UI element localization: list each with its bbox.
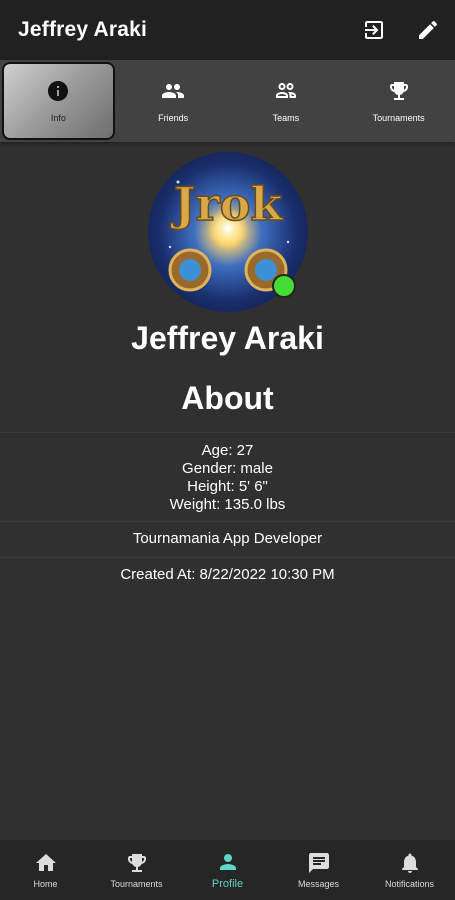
tab-label: Teams	[272, 113, 300, 123]
groups-icon	[275, 83, 296, 98]
app-actions	[361, 17, 441, 43]
avatar-text: Jrok	[170, 177, 284, 231]
nav-messages[interactable]: Messages	[273, 851, 364, 889]
logout-icon[interactable]	[361, 17, 387, 43]
nav-label: Tournaments	[110, 879, 163, 889]
bio-text: Tournamania App Developer	[132, 530, 323, 547]
bell-icon	[401, 853, 418, 873]
people-icon	[162, 84, 185, 98]
height-text: Height: 5' 6"	[187, 478, 268, 495]
created-at-text: Created At: 8/22/2022 10:30 PM	[120, 566, 335, 583]
gender-text: Gender: male	[182, 460, 273, 477]
weight-text: Weight: 135.0 lbs	[169, 496, 286, 513]
trophy-icon	[127, 854, 146, 872]
trophy-icon	[389, 82, 408, 100]
online-status-indicator	[272, 274, 296, 298]
tab-info[interactable]: Info	[2, 62, 115, 140]
age-text: Age: 27	[201, 442, 254, 459]
about-heading: About	[181, 380, 274, 416]
divider	[0, 432, 455, 433]
nav-label: Profile	[211, 878, 244, 890]
nav-label: Messages	[297, 879, 340, 889]
info-icon	[48, 81, 69, 101]
message-icon	[308, 853, 329, 873]
tab-label: Tournaments	[372, 113, 425, 123]
nav-notifications[interactable]: Notifications	[364, 851, 455, 889]
tab-teams[interactable]: Teams	[232, 62, 341, 140]
avatar-container: Jrok	[148, 152, 308, 312]
pencil-icon[interactable]	[415, 17, 441, 43]
profile-name: Jeffrey Araki	[131, 320, 324, 356]
app-bar: Jeffrey Araki	[0, 0, 455, 60]
tab-label: Info	[50, 113, 66, 123]
home-icon	[35, 854, 56, 871]
divider	[0, 557, 455, 558]
nav-label: Home	[33, 879, 58, 889]
bottom-nav: Home Tournaments Profile Messages Notifi…	[0, 840, 455, 900]
person-icon	[219, 854, 236, 870]
nav-home[interactable]: Home	[0, 851, 91, 889]
nav-label: Notifications	[384, 879, 435, 889]
tab-tournaments[interactable]: Tournaments	[344, 62, 453, 140]
tab-label: Friends	[158, 113, 189, 123]
profile-tab-bar: Info Friends Teams Tournaments	[0, 60, 455, 142]
nav-tournaments[interactable]: Tournaments	[91, 851, 182, 889]
app-title: Jeffrey Araki	[18, 18, 148, 41]
divider	[0, 521, 455, 522]
nav-profile[interactable]: Profile	[182, 850, 273, 890]
tab-friends[interactable]: Friends	[119, 62, 228, 140]
profile-stats: Age: 27 Gender: male Height: 5' 6" Weigh…	[0, 442, 455, 514]
